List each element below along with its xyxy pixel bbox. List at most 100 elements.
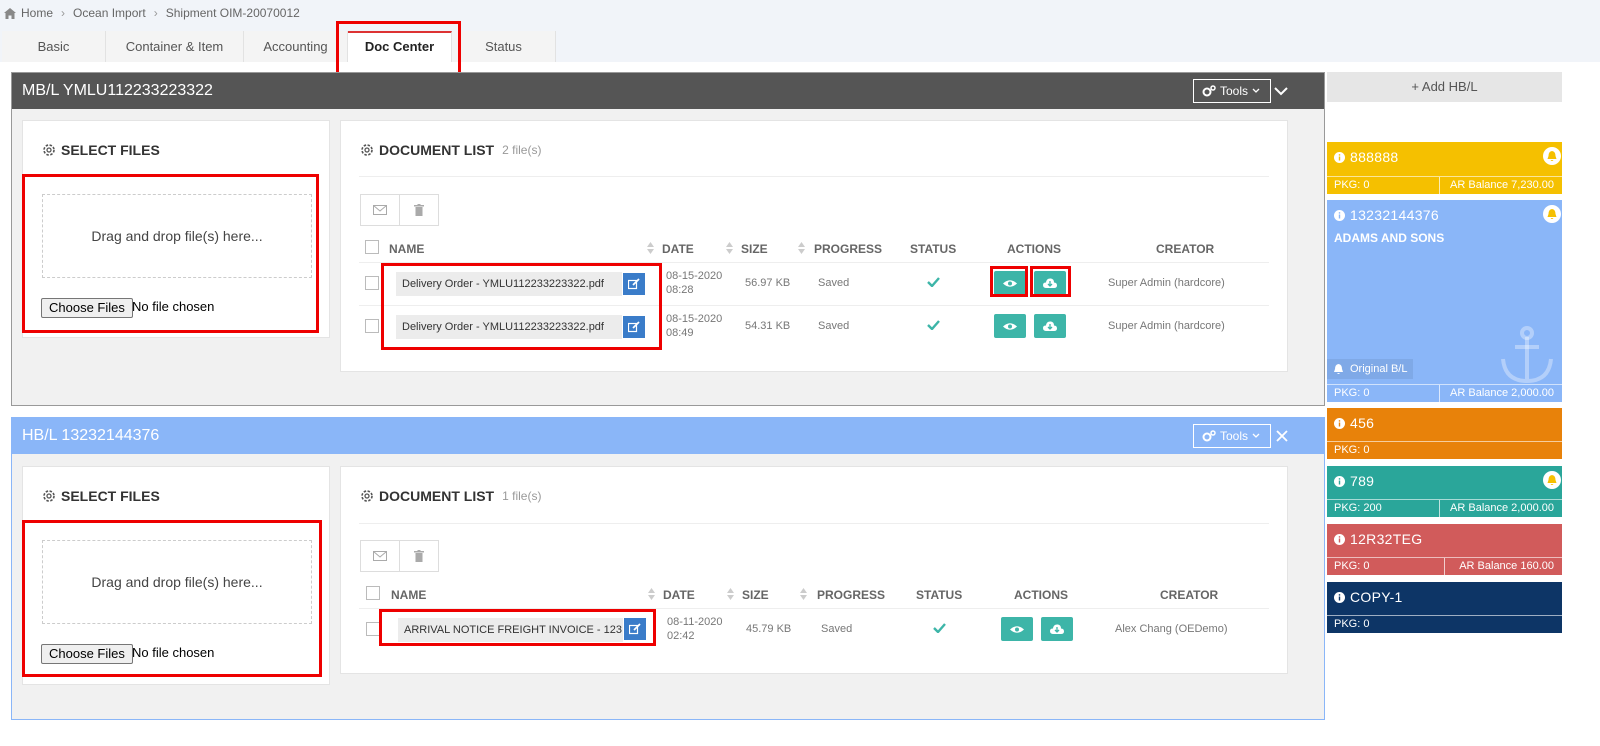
hbl-card[interactable]: 789 PKG: 200 AR Balance 2,000.00 bbox=[1327, 466, 1562, 517]
edit-button[interactable] bbox=[624, 618, 646, 640]
bell-icon[interactable] bbox=[1543, 471, 1561, 489]
hbl-card-balance: AR Balance 2,000.00 bbox=[1450, 387, 1554, 399]
tab-accounting[interactable]: Accounting bbox=[244, 31, 348, 62]
mbl-select-files-card: SELECT FILES Drag and drop file(s) here.… bbox=[22, 120, 330, 338]
hbl-card-title: 12R32TEG bbox=[1334, 531, 1422, 547]
cloud-download-icon bbox=[1050, 623, 1064, 634]
hbl-card-id: 13232144376 bbox=[1350, 207, 1439, 223]
column-header-name[interactable]: NAME bbox=[391, 588, 426, 602]
cogs-icon bbox=[1202, 85, 1216, 97]
download-button[interactable] bbox=[1041, 617, 1073, 641]
hbl-card-footer: PKG: 0 AR Balance 2,000.00 bbox=[1327, 384, 1562, 402]
file-size: 45.79 KB bbox=[746, 623, 792, 635]
info-icon bbox=[1334, 209, 1345, 221]
hbl-title: HB/L 13232144376 bbox=[22, 427, 160, 444]
hbl-card-pkg: PKG: 0 bbox=[1334, 444, 1370, 456]
hbl-card[interactable]: 888888 PKG: 0 AR Balance 7,230.00 bbox=[1327, 142, 1562, 194]
trash-icon bbox=[414, 204, 424, 216]
sort-icon[interactable] bbox=[726, 242, 733, 254]
file-progress: Saved bbox=[821, 623, 853, 635]
hbl-card-id: 789 bbox=[1350, 473, 1375, 489]
column-header-date[interactable]: DATE bbox=[662, 242, 694, 256]
row-checkbox[interactable] bbox=[365, 276, 379, 290]
sort-icon[interactable] bbox=[727, 588, 734, 600]
sort-icon[interactable] bbox=[647, 242, 654, 254]
select-all-checkbox[interactable] bbox=[366, 586, 380, 600]
column-header-size[interactable]: SIZE bbox=[742, 588, 769, 602]
bell-icon[interactable] bbox=[1543, 205, 1561, 223]
column-header-size[interactable]: SIZE bbox=[741, 242, 768, 256]
hbl-no-file-text: No file chosen bbox=[132, 645, 215, 660]
hbl-card[interactable]: 13232144376 ADAMS AND SONS Original B/L … bbox=[1327, 200, 1562, 402]
tab-bar: Basic Container & Item Accounting Doc Ce… bbox=[2, 31, 556, 62]
hbl-card-footer: PKG: 0 AR Balance 7,230.00 bbox=[1327, 176, 1562, 194]
view-button[interactable] bbox=[1001, 617, 1033, 641]
mbl-title: MB/L YMLU112233223322 bbox=[22, 82, 213, 99]
hbl-card[interactable]: 12R32TEG PKG: 0 AR Balance 160.00 bbox=[1327, 524, 1562, 575]
view-button[interactable] bbox=[994, 314, 1026, 338]
view-button[interactable] bbox=[994, 271, 1026, 295]
hbl-card-id: COPY-1 bbox=[1350, 589, 1403, 605]
tab-container-item[interactable]: Container & Item bbox=[106, 31, 244, 62]
mbl-dropzone[interactable]: Drag and drop file(s) here... bbox=[42, 194, 312, 278]
sort-icon[interactable] bbox=[800, 588, 807, 600]
document-list-label: DOCUMENT LIST bbox=[379, 488, 495, 504]
hbl-card-company: ADAMS AND SONS bbox=[1334, 231, 1445, 245]
hbl-card-footer: PKG: 0 AR Balance 160.00 bbox=[1327, 557, 1562, 575]
row-checkbox[interactable] bbox=[366, 622, 380, 636]
edit-icon bbox=[629, 623, 641, 635]
hbl-card[interactable]: COPY-1 PKG: 0 bbox=[1327, 582, 1562, 633]
file-creator: Super Admin (hardcore) bbox=[1108, 277, 1225, 289]
delete-button[interactable] bbox=[399, 540, 439, 572]
gear-icon bbox=[361, 490, 373, 502]
bell-icon[interactable] bbox=[1543, 147, 1561, 165]
hbl-dropzone[interactable]: Drag and drop file(s) here... bbox=[42, 540, 312, 624]
sort-icon[interactable] bbox=[798, 242, 805, 254]
row-checkbox[interactable] bbox=[365, 319, 379, 333]
gear-icon bbox=[361, 144, 373, 156]
mbl-no-file-text: No file chosen bbox=[132, 299, 215, 314]
tab-basic[interactable]: Basic bbox=[2, 31, 106, 62]
column-header-name[interactable]: NAME bbox=[389, 242, 424, 256]
column-header-status: STATUS bbox=[916, 588, 963, 602]
envelope-icon bbox=[373, 551, 387, 561]
edit-button[interactable] bbox=[623, 273, 645, 295]
column-header-creator: CREATOR bbox=[1156, 242, 1215, 256]
mbl-tools-button[interactable]: Tools bbox=[1193, 79, 1271, 103]
tab-doc-center[interactable]: Doc Center bbox=[348, 31, 452, 62]
column-header-status: STATUS bbox=[910, 242, 957, 256]
collapse-chevron-icon[interactable] bbox=[1273, 83, 1289, 99]
download-button[interactable] bbox=[1034, 271, 1066, 295]
column-header-date[interactable]: DATE bbox=[663, 588, 695, 602]
mbl-panel-header: MB/L YMLU112233223322 Tools bbox=[12, 73, 1324, 109]
file-time: 02:42 bbox=[667, 630, 695, 642]
hbl-choose-files-button[interactable]: Choose Files bbox=[41, 644, 133, 664]
chevron-down-icon bbox=[1252, 433, 1260, 438]
edit-button[interactable] bbox=[623, 316, 645, 338]
add-hbl-button[interactable]: + Add HB/L bbox=[1327, 72, 1562, 102]
mbl-choose-files-button[interactable]: Choose Files bbox=[41, 298, 133, 318]
hbl-tools-button[interactable]: Tools bbox=[1193, 424, 1271, 448]
sort-icon[interactable] bbox=[648, 588, 655, 600]
tab-status[interactable]: Status bbox=[452, 31, 556, 62]
email-button[interactable] bbox=[360, 540, 400, 572]
breadcrumb-home[interactable]: Home bbox=[21, 6, 53, 20]
hbl-card-footer: PKG: 200 AR Balance 2,000.00 bbox=[1327, 499, 1562, 517]
gear-icon bbox=[43, 490, 55, 502]
divider bbox=[1439, 177, 1440, 194]
cloud-download-icon bbox=[1043, 277, 1057, 288]
cloud-download-icon bbox=[1043, 320, 1057, 331]
select-all-checkbox[interactable] bbox=[365, 240, 379, 254]
delete-button[interactable] bbox=[399, 194, 439, 226]
hbl-card-balance: AR Balance 160.00 bbox=[1459, 560, 1554, 572]
info-icon bbox=[1334, 475, 1345, 487]
close-icon[interactable] bbox=[1274, 428, 1290, 444]
divider bbox=[1439, 500, 1440, 517]
download-button[interactable] bbox=[1034, 314, 1066, 338]
breadcrumb-section[interactable]: Ocean Import bbox=[73, 6, 146, 20]
hbl-card[interactable]: 456 PKG: 0 bbox=[1327, 408, 1562, 459]
file-name[interactable]: ARRIVAL NOTICE FREIGHT INVOICE - 123.pdf bbox=[398, 618, 623, 642]
email-button[interactable] bbox=[360, 194, 400, 226]
file-name[interactable]: Delivery Order - YMLU112233223322.pdf bbox=[396, 315, 622, 339]
file-name[interactable]: Delivery Order - YMLU112233223322.pdf bbox=[396, 272, 622, 296]
